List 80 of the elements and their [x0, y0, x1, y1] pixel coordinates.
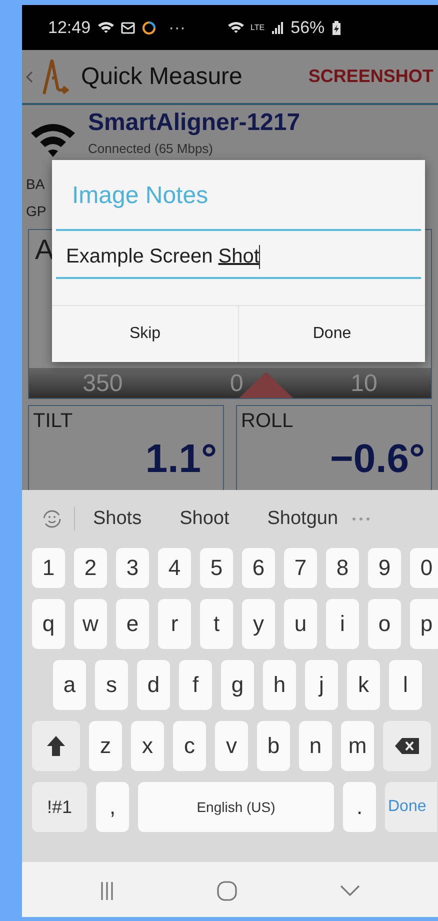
dialog-button[interactable]: Done	[238, 306, 425, 362]
connection-status: Connected (65 Mbps)	[88, 141, 214, 156]
keyboard-key[interactable]: ,	[96, 782, 129, 832]
backspace-key[interactable]	[383, 721, 431, 771]
keyboard-key[interactable]: 1	[32, 548, 65, 588]
keyboard-key[interactable]: k	[347, 660, 380, 710]
battery-icon	[332, 20, 341, 34]
keyboard-key[interactable]: h	[263, 660, 296, 710]
home-icon[interactable]	[216, 880, 237, 900]
back-icon[interactable]	[26, 70, 33, 82]
logo-icon	[41, 58, 69, 96]
mail-icon	[120, 22, 135, 34]
keyboard-key[interactable]: 4	[158, 548, 191, 588]
scale-value: 10	[350, 370, 378, 398]
app-title: Quick Measure	[81, 62, 242, 90]
chevron-down-icon[interactable]	[340, 884, 360, 896]
keyboard-key[interactable]: u	[284, 599, 317, 649]
keyboard-key[interactable]: l	[389, 660, 422, 710]
keyboard-key[interactable]: f	[179, 660, 212, 710]
scale-value: 350	[82, 370, 123, 398]
more-icon[interactable]	[352, 517, 370, 521]
keyboard-key[interactable]: x	[131, 721, 164, 771]
keyboard-key[interactable]: 7	[284, 548, 317, 588]
status-time: 12:49	[48, 18, 91, 38]
suggestion[interactable]: Shoot	[180, 508, 230, 530]
keyboard-key[interactable]: v	[215, 721, 248, 771]
keyboard-key[interactable]: s	[95, 660, 128, 710]
keyboard-key[interactable]: 5	[200, 548, 233, 588]
keyboard-key[interactable]: r	[158, 599, 191, 649]
wifi-icon	[98, 21, 114, 34]
keyboard-key[interactable]: q	[32, 599, 65, 649]
gauge-value: 1.1°	[145, 437, 218, 482]
gauge-label: TILT	[32, 409, 74, 434]
suggestion[interactable]: Shotgun	[267, 508, 338, 530]
keyboard-key[interactable]: 9	[368, 548, 401, 588]
keyboard-key[interactable]: c	[173, 721, 206, 771]
info-label: GP	[25, 202, 48, 221]
keyboard-key[interactable]: o	[368, 599, 401, 649]
keyboard-key[interactable]: b	[257, 721, 290, 771]
keyboard-key[interactable]: .	[343, 782, 376, 832]
recents-icon[interactable]	[100, 882, 114, 900]
battery-percent: 56%	[290, 18, 325, 38]
keyboard-key[interactable]: d	[137, 660, 170, 710]
keyboard-key[interactable]: 2	[74, 548, 107, 588]
keyboard-key[interactable]: 0	[410, 548, 438, 588]
more-notifications: ···	[168, 18, 186, 38]
keyboard-key[interactable]: 6	[242, 548, 275, 588]
keyboard-key[interactable]: z	[89, 721, 122, 771]
keyboard-key[interactable]: y	[242, 599, 275, 649]
keyboard-key[interactable]: w	[74, 599, 107, 649]
symbols-key[interactable]: !#1	[32, 782, 87, 832]
keyboard-key[interactable]: t	[200, 599, 233, 649]
keyboard-key[interactable]: 3	[116, 548, 149, 588]
dialog-title: Image Notes	[71, 181, 210, 211]
keyboard-key[interactable]: g	[221, 660, 254, 710]
wifi-icon	[228, 21, 244, 34]
ring-icon	[142, 20, 156, 34]
suggestion[interactable]: Shots	[93, 508, 142, 530]
input-field[interactable]: Example Screen Shot	[56, 229, 421, 279]
scale-value: 0	[230, 370, 244, 398]
space-key[interactable]: English (US)	[138, 782, 334, 832]
info-label: BA	[25, 175, 46, 194]
gauge-value: −0.6°	[330, 437, 426, 482]
keyboard-key[interactable]: j	[305, 660, 338, 710]
device-name: SmartAligner-1217	[88, 109, 300, 137]
keyboard-key[interactable]: a	[53, 660, 86, 710]
backspace-icon	[395, 738, 419, 754]
signal-icon	[272, 22, 284, 34]
shift-key[interactable]	[32, 721, 80, 771]
shift-icon	[47, 736, 65, 756]
keyboard-key[interactable]: n	[299, 721, 332, 771]
azimuth-label: A	[34, 233, 54, 266]
keyboard-key[interactable]: m	[341, 721, 374, 771]
network-type: LTE	[250, 23, 265, 32]
dialog-button[interactable]: Skip	[52, 306, 238, 362]
keyboard-key[interactable]: p	[410, 599, 438, 649]
keyboard-key[interactable]: 8	[326, 548, 359, 588]
keyboard-key[interactable]: i	[326, 599, 359, 649]
keyboard-key[interactable]: e	[116, 599, 149, 649]
gauge-label: ROLL	[240, 409, 294, 434]
